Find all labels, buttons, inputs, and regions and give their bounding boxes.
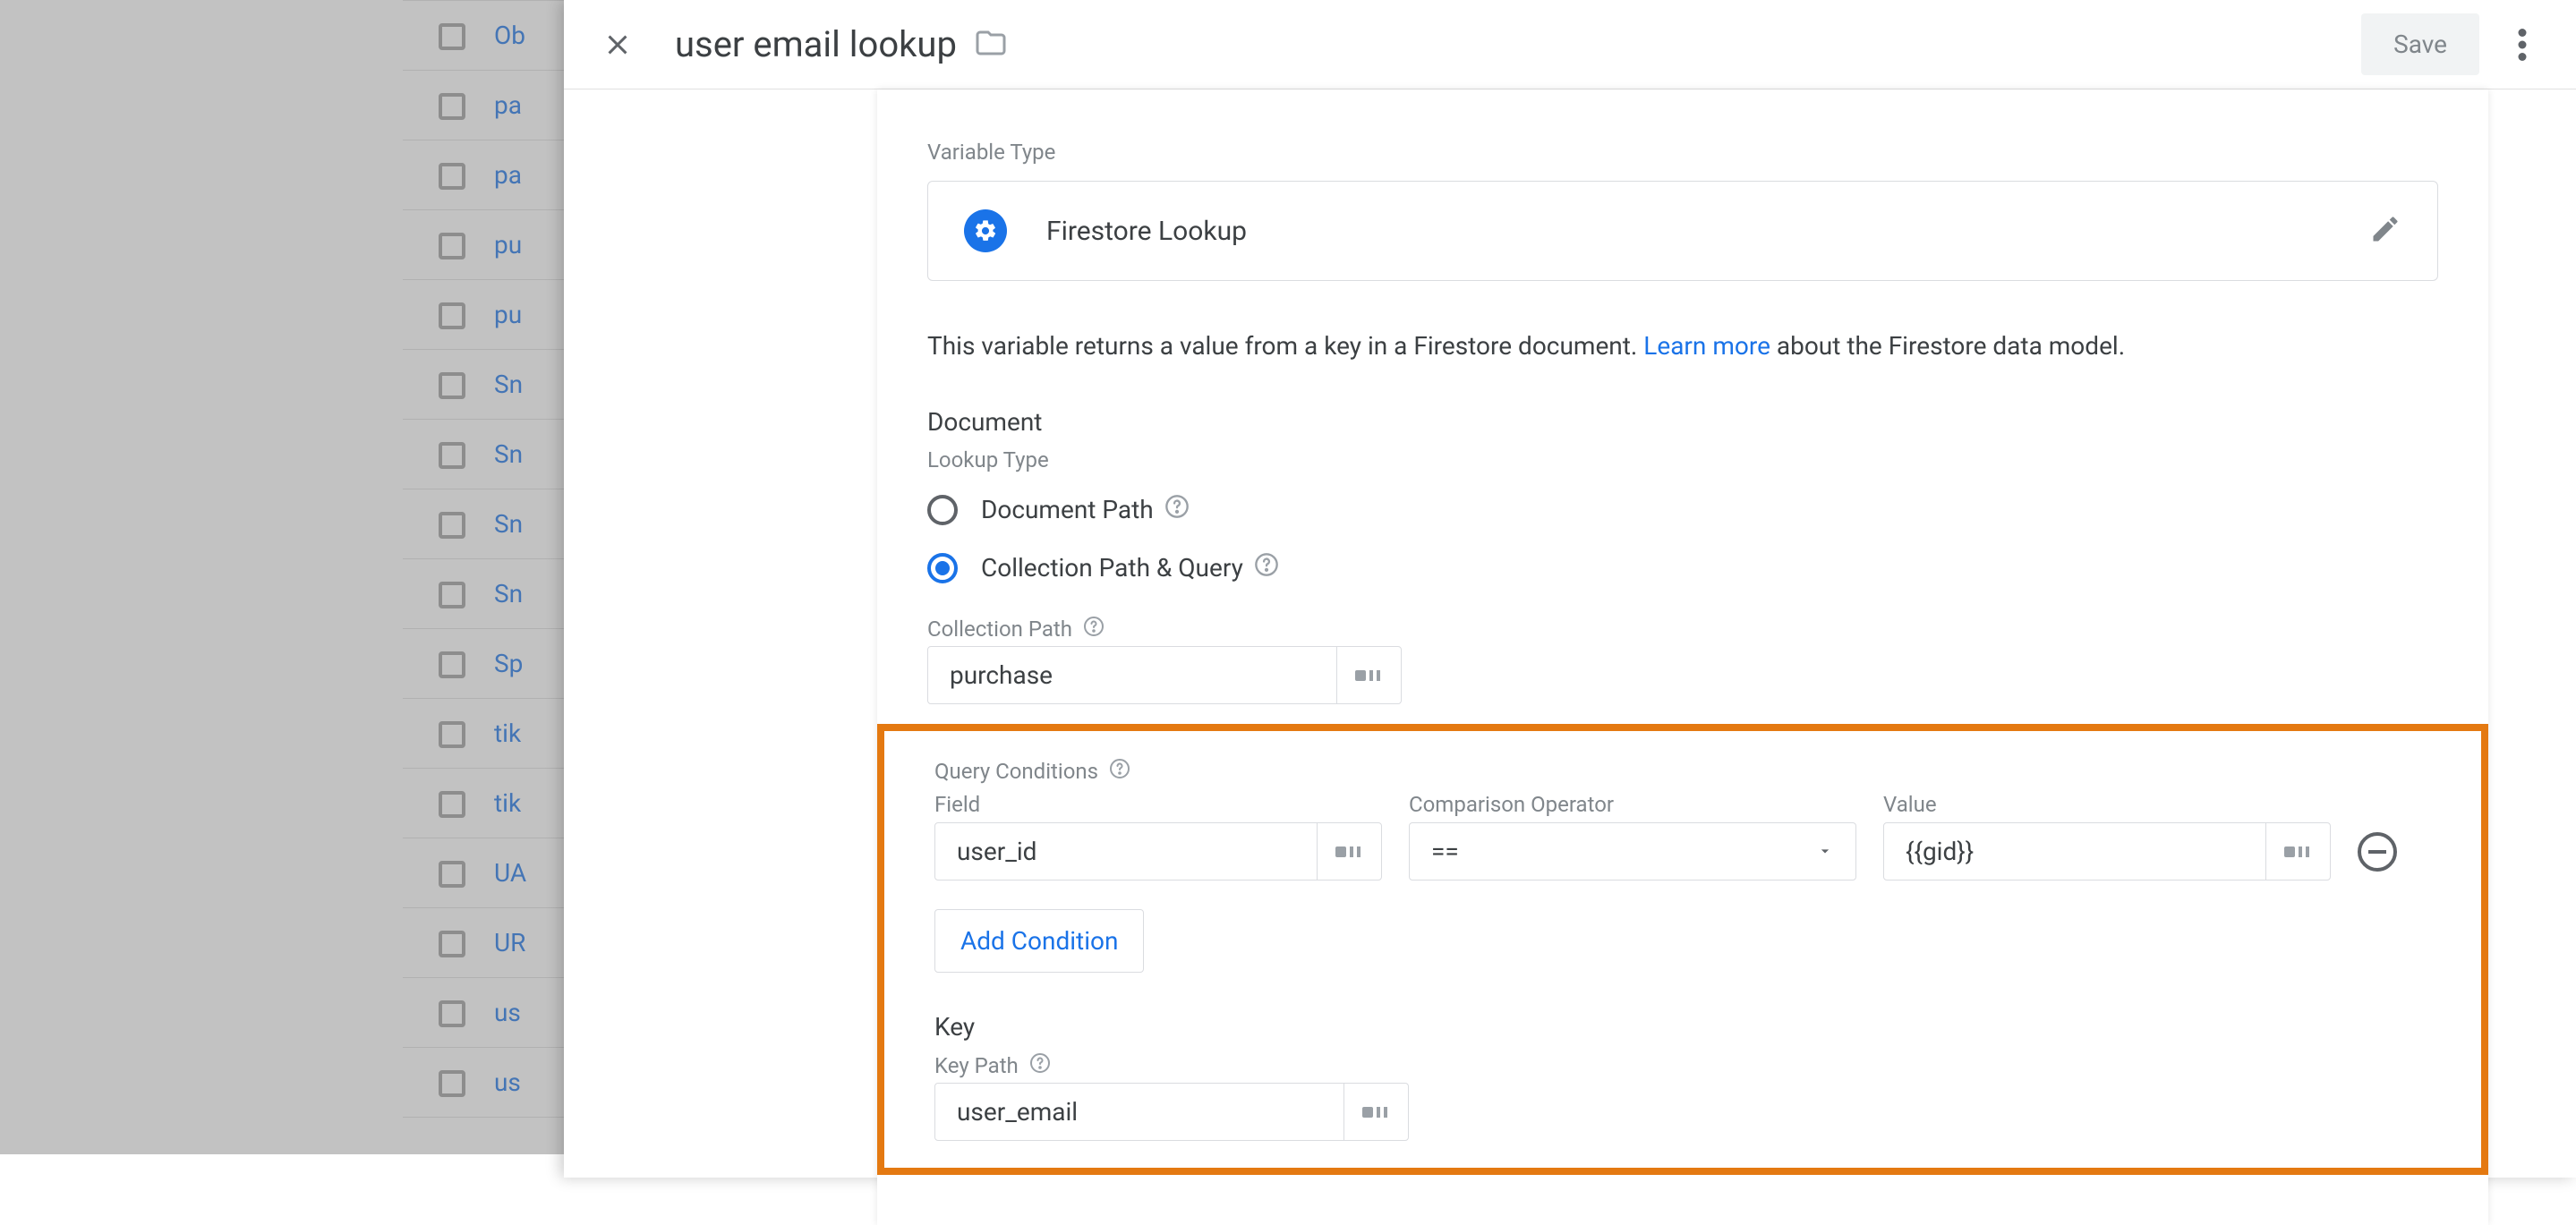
query-conditions-highlight: Query Conditions Field Comparison Operat… — [877, 724, 2488, 1175]
condition-field-input[interactable] — [935, 837, 1317, 866]
key-path-input[interactable] — [935, 1097, 1343, 1127]
help-icon[interactable] — [1254, 552, 1279, 583]
learn-more-link[interactable]: Learn more — [1643, 331, 1770, 361]
key-section-title: Key — [934, 1012, 2431, 1042]
insert-variable-icon[interactable] — [1343, 1084, 1408, 1140]
variable-name[interactable]: user email lookup — [675, 23, 957, 65]
variable-editor-panel: user email lookup Save Variable Type Fir… — [564, 0, 2576, 1178]
config-card: Variable Type Firestore Lookup This vari… — [877, 89, 2488, 1225]
folder-icon[interactable] — [975, 27, 1007, 63]
key-path-input-wrap — [934, 1083, 1409, 1141]
help-icon[interactable] — [1109, 758, 1130, 785]
help-icon[interactable] — [1164, 494, 1190, 525]
add-condition-button[interactable]: Add Condition — [934, 909, 1144, 973]
chevron-down-icon — [1816, 837, 1834, 866]
radio-document-path[interactable]: Document Path — [927, 494, 2438, 525]
variable-type-label: Variable Type — [927, 140, 2438, 165]
radio-collection-path-query[interactable]: Collection Path & Query — [927, 552, 2438, 583]
insert-variable-icon[interactable] — [1317, 823, 1381, 880]
value-input-wrap — [1883, 822, 2331, 880]
remove-condition-icon[interactable] — [2358, 832, 2397, 872]
variable-description: This variable returns a value from a key… — [927, 331, 2438, 361]
operator-col-label: Comparison Operator — [1409, 792, 1856, 817]
variable-type-selector[interactable]: Firestore Lookup — [927, 181, 2438, 281]
insert-variable-icon[interactable] — [1336, 647, 1401, 703]
condition-value-input[interactable] — [1884, 837, 2265, 866]
more-menu-icon[interactable] — [2501, 23, 2544, 66]
close-icon[interactable] — [596, 23, 639, 66]
help-icon[interactable] — [1029, 1052, 1051, 1079]
collection-path-label: Collection Path — [927, 616, 2438, 642]
lookup-type-label: Lookup Type — [927, 447, 2438, 472]
value-col-label: Value — [1883, 792, 2331, 817]
panel-header: user email lookup Save — [564, 0, 2576, 89]
modal-backdrop — [0, 0, 564, 1154]
field-input-wrap — [934, 822, 1382, 880]
insert-variable-icon[interactable] — [2265, 823, 2330, 880]
edit-icon[interactable] — [2369, 213, 2401, 249]
field-col-label: Field — [934, 792, 1382, 817]
collection-path-input-wrap — [927, 646, 1402, 704]
gear-icon — [964, 209, 1007, 252]
save-button[interactable]: Save — [2361, 13, 2479, 75]
key-path-label: Key Path — [934, 1052, 2431, 1079]
help-icon[interactable] — [1083, 616, 1105, 642]
query-conditions-label: Query Conditions — [934, 758, 2431, 785]
variable-type-name: Firestore Lookup — [1046, 216, 1247, 247]
document-section-title: Document — [927, 407, 2438, 437]
collection-path-input[interactable] — [928, 660, 1336, 690]
condition-operator-select[interactable]: == — [1409, 822, 1856, 880]
condition-row: Field Comparison Operator == Value — [934, 792, 2431, 880]
